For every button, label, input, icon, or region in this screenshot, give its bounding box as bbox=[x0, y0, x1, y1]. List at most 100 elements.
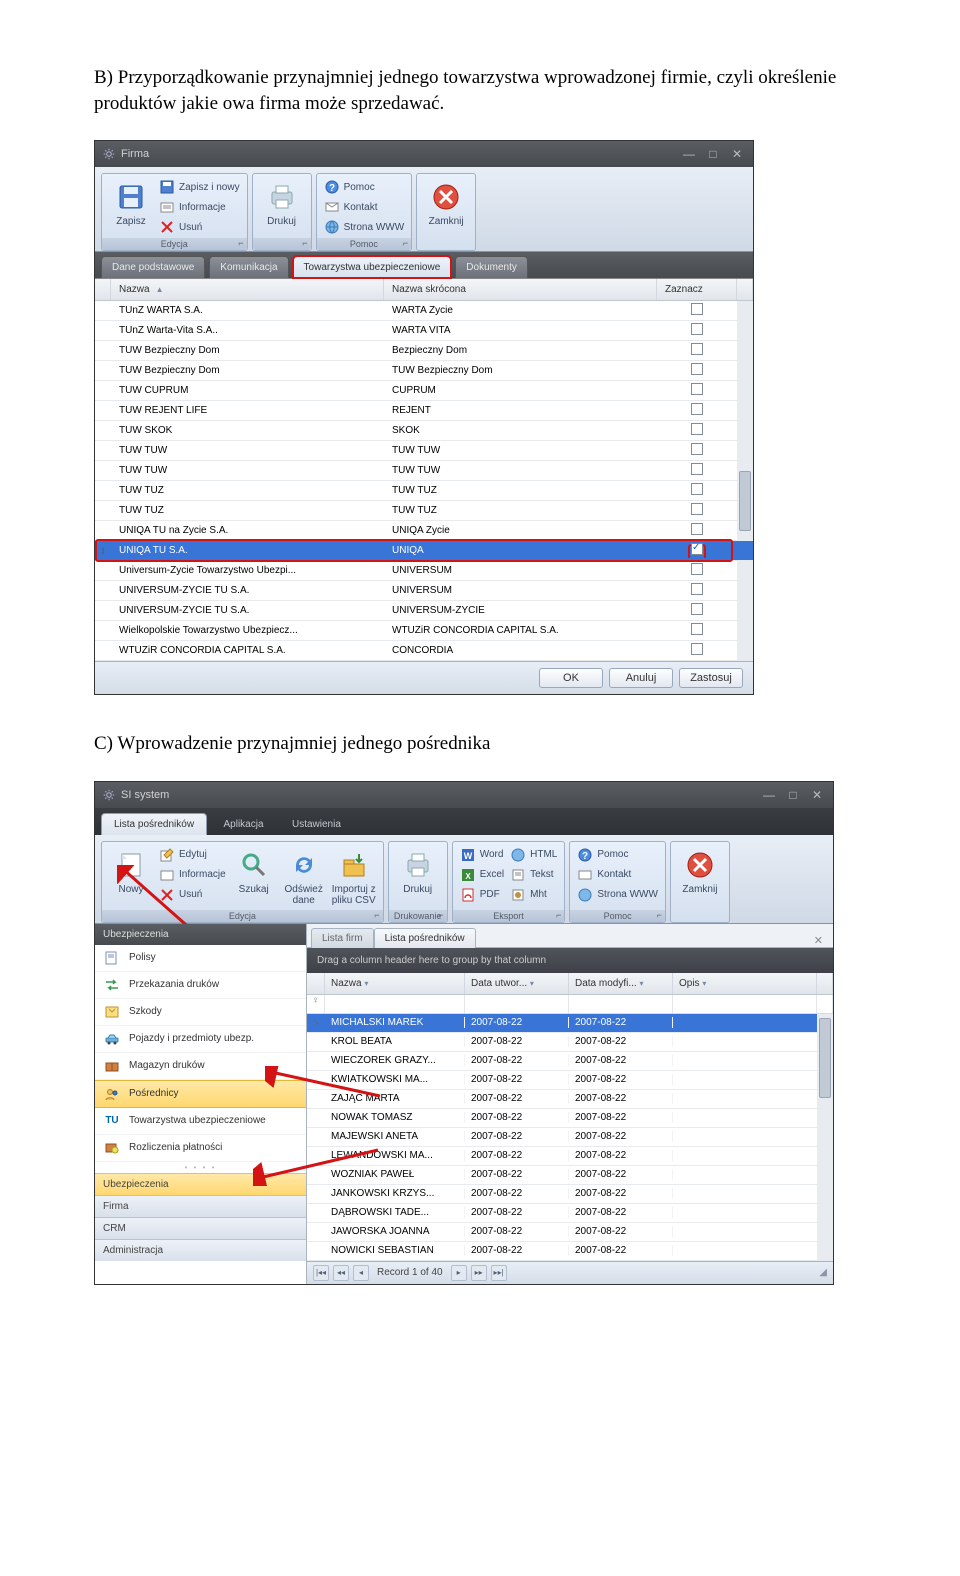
checkbox[interactable] bbox=[691, 603, 703, 615]
table-row[interactable]: KRÓL BEATA2007-08-222007-08-22 bbox=[307, 1033, 833, 1052]
kontakt-button[interactable]: Kontakt bbox=[321, 198, 408, 216]
filter-utw[interactable] bbox=[465, 995, 569, 1013]
cell-zaznacz[interactable] bbox=[657, 503, 737, 518]
cell-zaznacz[interactable] bbox=[657, 623, 737, 638]
edytuj-button[interactable]: Edytuj bbox=[156, 846, 229, 864]
cell-zaznacz[interactable] bbox=[657, 643, 737, 658]
table-row[interactable]: MAJEWSKI ANETA2007-08-222007-08-22 bbox=[307, 1128, 833, 1147]
tab-dokumenty[interactable]: Dokumenty bbox=[455, 256, 528, 278]
pomoc-button[interactable]: ?Pomoc bbox=[321, 178, 408, 196]
zamknij-button[interactable]: Zamknij bbox=[421, 178, 471, 229]
usun-button[interactable]: Usuń bbox=[156, 218, 243, 236]
cell-zaznacz[interactable] bbox=[657, 363, 737, 378]
checkbox[interactable] bbox=[691, 383, 703, 395]
table-row[interactable]: Universum-Życie Towarzystwo Ubezpi...UNI… bbox=[95, 561, 753, 581]
table-row[interactable]: TUW SKOKSKOK bbox=[95, 421, 753, 441]
sidebar-footer-crm[interactable]: CRM bbox=[95, 1217, 306, 1239]
dcol-utw[interactable]: Data utwor... ▾ bbox=[465, 973, 569, 994]
nav-prevpage[interactable]: ◂◂ bbox=[333, 1265, 349, 1281]
resize-grip-icon[interactable]: ◢ bbox=[819, 1267, 827, 1278]
table-row[interactable]: TUW TUWTUW TUW bbox=[95, 441, 753, 461]
scrollbar[interactable] bbox=[737, 301, 753, 661]
checkbox[interactable] bbox=[691, 463, 703, 475]
cell-zaznacz[interactable] bbox=[657, 583, 737, 598]
checkbox[interactable] bbox=[691, 323, 703, 335]
cell-zaznacz[interactable] bbox=[657, 443, 737, 458]
cell-zaznacz[interactable] bbox=[657, 603, 737, 618]
filter-icon[interactable]: ♀ bbox=[307, 995, 325, 1013]
cell-zaznacz[interactable] bbox=[657, 543, 737, 558]
table-row[interactable]: ZAJĄC MARTA2007-08-222007-08-22 bbox=[307, 1090, 833, 1109]
cell-zaznacz[interactable] bbox=[657, 463, 737, 478]
checkbox[interactable] bbox=[691, 423, 703, 435]
sidebar-item-przekazania[interactable]: Przekazania druków bbox=[95, 972, 306, 999]
subtab-firm[interactable]: Lista firm bbox=[311, 928, 374, 948]
tab-towarzystwa[interactable]: Towarzystwa ubezpieczeniowe bbox=[293, 256, 452, 278]
table-row[interactable]: Wielkopolskie Towarzystwo Ubezpiecz...WT… bbox=[95, 621, 753, 641]
checkbox[interactable] bbox=[691, 583, 703, 595]
table-row[interactable]: TUW TUWTUW TUW bbox=[95, 461, 753, 481]
cell-zaznacz[interactable] bbox=[657, 403, 737, 418]
table-row[interactable]: TUnŻ Warta-Vita S.A..WARTA VITA bbox=[95, 321, 753, 341]
table-row[interactable]: UNIVERSUM-ŻYCIE TU S.A.UNIVERSUM bbox=[95, 581, 753, 601]
www2-button[interactable]: Strona WWW bbox=[574, 886, 661, 904]
close-button[interactable]: ✕ bbox=[729, 147, 745, 161]
pdf-button[interactable]: PDF bbox=[457, 886, 507, 904]
checkbox[interactable] bbox=[691, 643, 703, 655]
anuluj-button[interactable]: Anuluj bbox=[609, 668, 673, 688]
checkbox[interactable] bbox=[691, 543, 703, 555]
table-row[interactable]: TUW TUZTUW TUZ bbox=[95, 481, 753, 501]
zapisz-button[interactable]: Zapisz bbox=[106, 178, 156, 236]
sidebar-footer-admin[interactable]: Administracja bbox=[95, 1239, 306, 1261]
table-row[interactable]: TUW Bezpieczny DomBezpieczny Dom bbox=[95, 341, 753, 361]
table-row[interactable]: UNIVERSUM-ŻYCIE TU S.A.UNIVERSUM-ŻYCIE bbox=[95, 601, 753, 621]
toptab-lista[interactable]: Lista pośredników bbox=[101, 813, 207, 835]
sidebar-footer-firma[interactable]: Firma bbox=[95, 1195, 306, 1217]
informacje-button[interactable]: Informacje bbox=[156, 198, 243, 216]
sidebar-item-polisy[interactable]: Polisy bbox=[95, 945, 306, 972]
table-row[interactable]: LEWANDOWSKI MA...2007-08-222007-08-22 bbox=[307, 1147, 833, 1166]
min-button[interactable]: — bbox=[761, 788, 777, 802]
zastosuj-button[interactable]: Zastosuj bbox=[679, 668, 743, 688]
dcol-mod[interactable]: Data modyfi... ▾ bbox=[569, 973, 673, 994]
ok-button[interactable]: OK bbox=[539, 668, 603, 688]
table-row[interactable]: TUW REJENT LIFEREJENT bbox=[95, 401, 753, 421]
table-row[interactable]: WIECZOREK GRAŻY...2007-08-222007-08-22 bbox=[307, 1052, 833, 1071]
checkbox[interactable] bbox=[691, 403, 703, 415]
nav-last[interactable]: ▸▸| bbox=[491, 1265, 507, 1281]
table-row[interactable]: WTUŻiR CONCORDIA CAPITAL S.A.CONCORDIA bbox=[95, 641, 753, 661]
excel-button[interactable]: XExcel bbox=[457, 866, 507, 884]
filter-mod[interactable] bbox=[569, 995, 673, 1013]
dcol-opis[interactable]: Opis ▾ bbox=[673, 973, 817, 994]
table-row[interactable]: UNIQA TU na Życie S.A.UNIQA Życie bbox=[95, 521, 753, 541]
checkbox[interactable] bbox=[691, 363, 703, 375]
nav-next[interactable]: ▸ bbox=[451, 1265, 467, 1281]
checkbox[interactable] bbox=[691, 523, 703, 535]
table-row[interactable]: TUW TUZTUW TUZ bbox=[95, 501, 753, 521]
table-row[interactable]: KWIATKOWSKI MA...2007-08-222007-08-22 bbox=[307, 1071, 833, 1090]
subtab-close-icon[interactable]: ✕ bbox=[814, 934, 829, 947]
cell-zaznacz[interactable] bbox=[657, 343, 737, 358]
cell-zaznacz[interactable] bbox=[657, 523, 737, 538]
subtab-pos[interactable]: Lista pośredników bbox=[374, 928, 476, 948]
checkbox[interactable] bbox=[691, 303, 703, 315]
max-button[interactable]: □ bbox=[785, 788, 801, 802]
cell-zaznacz[interactable] bbox=[657, 483, 737, 498]
drukuj2-button[interactable]: Drukuj bbox=[393, 846, 443, 897]
drukuj-button[interactable]: Drukuj bbox=[257, 178, 307, 229]
checkbox[interactable] bbox=[691, 343, 703, 355]
cell-zaznacz[interactable] bbox=[657, 423, 737, 438]
table-row[interactable]: DĄBROWSKI TADE...2007-08-222007-08-22 bbox=[307, 1204, 833, 1223]
toptab-ust[interactable]: Ustawienia bbox=[280, 814, 353, 835]
kontakt2-button[interactable]: Kontakt bbox=[574, 866, 661, 884]
table-row[interactable]: WOŹNIAK PAWEŁ2007-08-222007-08-22 bbox=[307, 1166, 833, 1185]
html-button[interactable]: HTML bbox=[507, 846, 560, 864]
tab-komunikacja[interactable]: Komunikacja bbox=[209, 256, 288, 278]
table-row[interactable]: TUnŻ WARTA S.A.WARTA Życie bbox=[95, 301, 753, 321]
cell-zaznacz[interactable] bbox=[657, 563, 737, 578]
group-hint[interactable]: Drag a column header here to group by th… bbox=[307, 948, 833, 973]
mht-button[interactable]: Mht bbox=[507, 886, 560, 904]
checkbox[interactable] bbox=[691, 623, 703, 635]
checkbox[interactable] bbox=[691, 563, 703, 575]
min-button[interactable]: — bbox=[681, 147, 697, 161]
